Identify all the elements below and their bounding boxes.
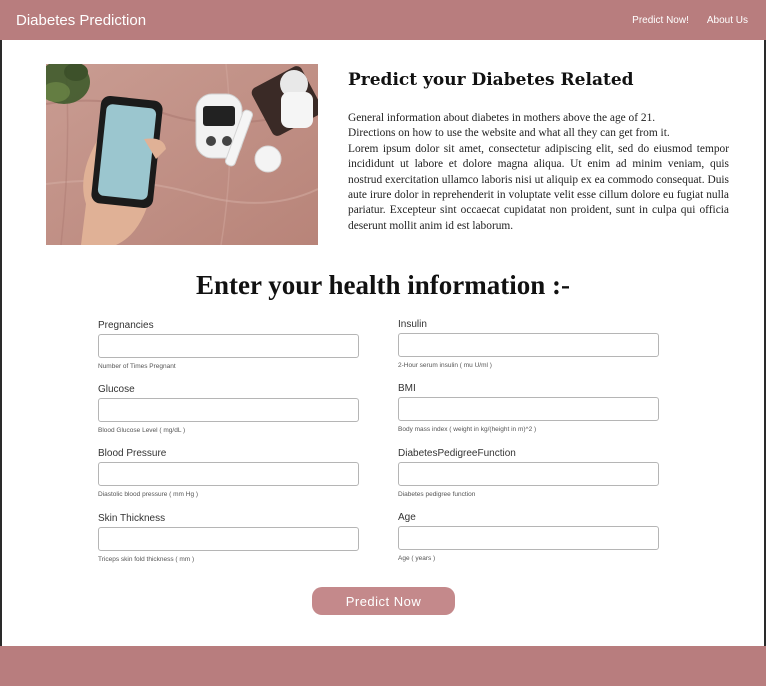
predict-now-button[interactable]: Predict Now bbox=[312, 587, 455, 615]
field-hint: Blood Glucose Level ( mg/dL ) bbox=[98, 427, 186, 434]
nav-link-about-us[interactable]: About Us bbox=[707, 15, 748, 26]
field-label: Blood Pressure bbox=[98, 448, 167, 459]
navbar: Diabetes Prediction Predict Now! About U… bbox=[0, 0, 766, 40]
field-hint: Triceps skin fold thickness ( mm ) bbox=[98, 556, 195, 563]
diabetes-pedigree-input[interactable] bbox=[398, 462, 659, 486]
field-hint: 2-Hour serum insulin ( mu U/ml ) bbox=[398, 362, 492, 369]
field-insulin: Insulin 2-Hour serum insulin ( mu U/ml ) bbox=[398, 319, 659, 369]
bmi-input[interactable] bbox=[398, 397, 659, 421]
hero-title: Predict your Diabetes Related bbox=[348, 70, 634, 90]
skin-thickness-input[interactable] bbox=[98, 527, 359, 551]
field-label: DiabetesPedigreeFunction bbox=[398, 448, 516, 459]
field-pregnancies: Pregnancies Number of Times Pregnant bbox=[98, 320, 359, 370]
field-label: Age bbox=[398, 512, 416, 523]
hero-lorem: Lorem ipsum dolor sit amet, consectetur … bbox=[348, 142, 729, 232]
field-label: Skin Thickness bbox=[98, 513, 166, 524]
field-hint: Body mass index ( weight in kg/(height i… bbox=[398, 426, 537, 433]
field-label: Glucose bbox=[98, 384, 135, 395]
brand-title[interactable]: Diabetes Prediction bbox=[16, 12, 146, 29]
form-title: Enter your health information :- bbox=[196, 270, 570, 300]
field-hint: Diastolic blood pressure ( mm Hg ) bbox=[98, 491, 199, 498]
field-blood-pressure: Blood Pressure Diastolic blood pressure … bbox=[98, 448, 359, 498]
field-age: Age Age ( years ) bbox=[398, 512, 659, 562]
field-hint: Age ( years ) bbox=[398, 555, 436, 562]
field-skin-thickness: Skin Thickness Triceps skin fold thickne… bbox=[98, 513, 359, 563]
hero-line-2: Directions on how to use the website and… bbox=[348, 127, 670, 140]
field-glucose: Glucose Blood Glucose Level ( mg/dL ) bbox=[98, 384, 359, 434]
field-diabetes-pedigree: DiabetesPedigreeFunction Diabetes pedigr… bbox=[398, 448, 659, 498]
field-label: Insulin bbox=[398, 319, 427, 330]
nav-links: Predict Now! About Us bbox=[632, 15, 748, 26]
hero-description: General information about diabetes in mo… bbox=[348, 111, 729, 234]
hero-line-1: General information about diabetes in mo… bbox=[348, 112, 656, 124]
field-hint: Number of Times Pregnant bbox=[98, 363, 176, 370]
footer bbox=[0, 646, 766, 686]
glucose-input[interactable] bbox=[98, 398, 359, 422]
age-input[interactable] bbox=[398, 526, 659, 550]
blood-pressure-input[interactable] bbox=[98, 462, 359, 486]
field-bmi: BMI Body mass index ( weight in kg/(heig… bbox=[398, 383, 659, 433]
field-label: Pregnancies bbox=[98, 320, 154, 331]
field-hint: Diabetes pedigree function bbox=[398, 491, 476, 498]
pregnancies-input[interactable] bbox=[98, 334, 359, 358]
insulin-input[interactable] bbox=[398, 333, 659, 357]
hero-image bbox=[46, 64, 318, 245]
nav-link-predict-now[interactable]: Predict Now! bbox=[632, 15, 689, 26]
field-label: BMI bbox=[398, 383, 416, 394]
